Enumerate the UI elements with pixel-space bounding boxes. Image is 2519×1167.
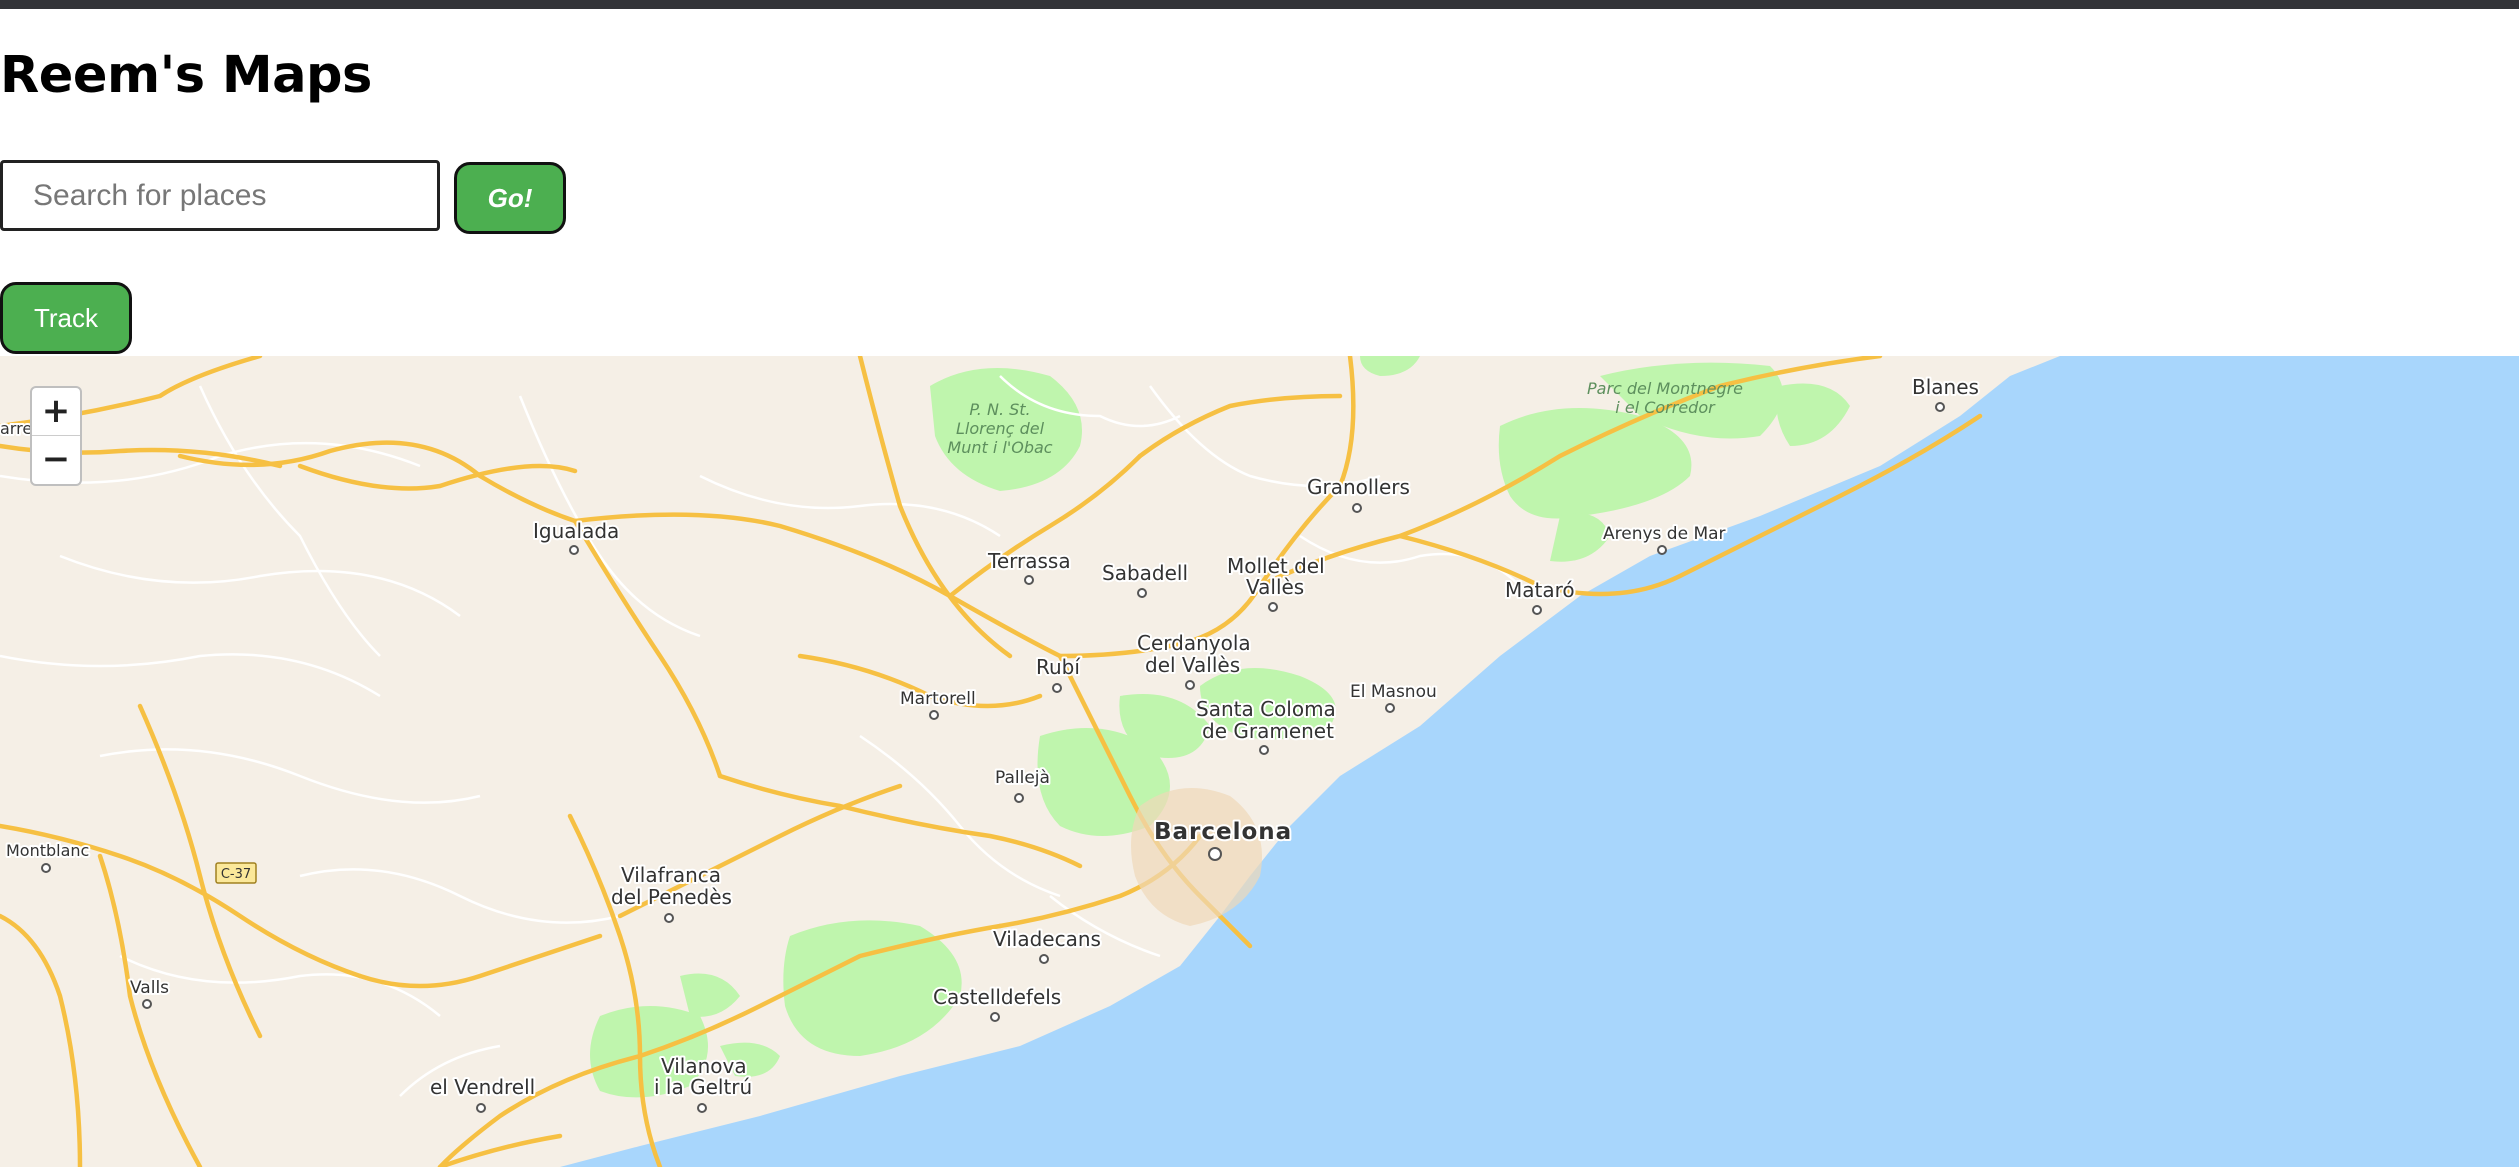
label-el-masnou: El Masnou	[1350, 682, 1437, 702]
label-montblanc: Montblanc	[6, 841, 89, 860]
label-vilafranca-1: Vilafranca	[621, 863, 721, 887]
c37-label: C-37	[221, 867, 251, 882]
label-blanes: Blanes	[1912, 375, 1979, 399]
label-santa-coloma-2: de Gramenet	[1202, 719, 1334, 743]
label-valls: Valls	[130, 978, 169, 998]
label-barcelona: Barcelona	[1154, 819, 1292, 845]
label-park-montnegre-1: Parc del Montnegre	[1587, 379, 1743, 398]
page-title: Reem's Maps	[0, 46, 372, 105]
label-sabadell: Sabadell	[1102, 561, 1188, 585]
label-castelldefels: Castelldefels	[933, 985, 1061, 1009]
zoom-control: + −	[30, 386, 82, 486]
browser-top-bar	[0, 0, 2519, 9]
label-cerdanyola-1: Cerdanyola	[1137, 631, 1251, 655]
label-palleja: Pallejà	[995, 768, 1050, 788]
label-igualada: Igualada	[533, 519, 619, 543]
label-arenys: Arenys de Mar	[1603, 524, 1726, 544]
label-el-vendrell: el Vendrell	[430, 1075, 535, 1099]
zoom-out-button[interactable]: −	[32, 435, 80, 483]
map-tiles: C-37 Blanes Parc del Montnegre i el Corr…	[0, 356, 2519, 1167]
label-vilanova-2: i la Geltrú	[654, 1075, 752, 1099]
go-button[interactable]: Go!	[454, 162, 566, 234]
track-button[interactable]: Track	[0, 282, 132, 354]
label-park-montnegre-2: i el Corredor	[1615, 398, 1716, 417]
label-santa-coloma-1: Santa Coloma	[1196, 697, 1336, 721]
label-viladecans: Viladecans	[993, 927, 1101, 951]
label-mataro: Mataró	[1505, 578, 1575, 602]
search-input[interactable]	[0, 160, 440, 231]
label-cerdanyola-2: del Vallès	[1145, 653, 1240, 677]
label-martorell: Martorell	[900, 689, 976, 709]
label-terrassa: Terrassa	[987, 549, 1071, 573]
label-park-llorenc-2: Llorenç del	[956, 419, 1045, 438]
zoom-in-button[interactable]: +	[32, 388, 80, 435]
label-mollet-2: Vallès	[1246, 575, 1304, 599]
map-view[interactable]: C-37 Blanes Parc del Montnegre i el Corr…	[0, 356, 2519, 1167]
label-park-llorenc-1: P. N. St.	[969, 400, 1030, 419]
label-vilafranca-2: del Penedès	[611, 885, 732, 909]
label-rubi: Rubí	[1036, 655, 1081, 679]
label-park-llorenc-3: Munt i l'Obac	[947, 438, 1052, 457]
label-edge-town: arre	[0, 419, 32, 438]
label-granollers: Granollers	[1307, 475, 1410, 499]
